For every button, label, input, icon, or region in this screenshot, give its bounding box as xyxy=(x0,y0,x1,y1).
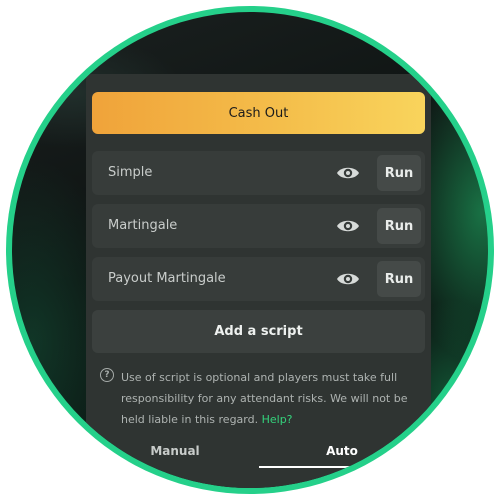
badge-ring: Cash Out Simple Run Martingale Run Payou… xyxy=(6,6,494,494)
disclaimer-text: Use of script is optional and players mu… xyxy=(121,367,421,430)
add-script-button[interactable]: Add a script xyxy=(92,310,425,353)
script-name: Simple xyxy=(108,165,153,180)
auto-bet-panel: Cash Out Simple Run Martingale Run Payou… xyxy=(86,74,431,488)
script-name: Payout Martingale xyxy=(108,271,226,286)
background-art: Cash Out Simple Run Martingale Run Payou… xyxy=(12,12,488,488)
active-tab-indicator xyxy=(259,466,425,468)
eye-icon[interactable] xyxy=(336,162,360,184)
run-button-simple[interactable]: Run xyxy=(377,155,421,191)
run-button-martingale[interactable]: Run xyxy=(377,208,421,244)
eye-icon[interactable] xyxy=(336,215,360,237)
script-row-payout-martingale: Payout Martingale Run xyxy=(92,257,425,301)
question-circle-icon: ? xyxy=(100,368,114,382)
script-name: Martingale xyxy=(108,218,178,233)
eye-icon[interactable] xyxy=(336,268,360,290)
help-link[interactable]: Help? xyxy=(262,413,293,426)
script-row-simple: Simple Run xyxy=(92,151,425,195)
tab-manual[interactable]: Manual xyxy=(92,434,258,468)
mode-tabs: Manual Auto xyxy=(92,434,425,468)
script-row-martingale: Martingale Run xyxy=(92,204,425,248)
tab-auto[interactable]: Auto xyxy=(259,434,425,468)
cash-out-button[interactable]: Cash Out xyxy=(92,92,425,134)
run-button-payout-martingale[interactable]: Run xyxy=(377,261,421,297)
